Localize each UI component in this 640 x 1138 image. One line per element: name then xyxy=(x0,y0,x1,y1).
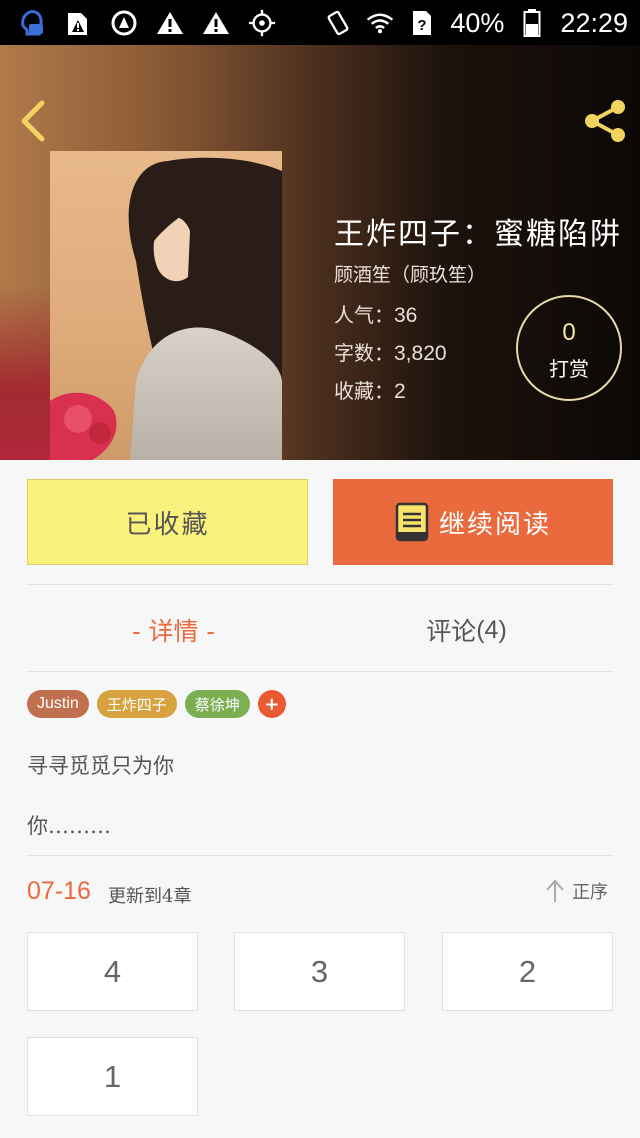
status-bar: ? 40% 22:29 xyxy=(0,0,640,45)
tab-comments[interactable]: 评论 (4) xyxy=(320,600,613,660)
arrow-up-icon xyxy=(546,879,564,902)
sort-order-button[interactable]: 正序 xyxy=(544,878,608,904)
chapter-button[interactable]: 4 xyxy=(27,932,198,1011)
sort-order-label: 正序 xyxy=(572,882,608,903)
book-icon xyxy=(395,502,429,542)
reward-count: 0 xyxy=(562,319,576,346)
tag-cai-xukun[interactable]: 蔡徐坤 xyxy=(184,690,250,718)
continue-reading-label: 继续阅读 xyxy=(438,509,551,540)
add-tag-button[interactable]: + xyxy=(257,690,286,718)
tag-justin[interactable]: Justin xyxy=(27,690,89,718)
word-count-value: 3,820 xyxy=(394,342,447,365)
warning-icon xyxy=(156,9,184,37)
book-title: 王炸四子：蜜糖陷阱 xyxy=(334,217,622,252)
update-date: 07-16 xyxy=(27,877,91,905)
vibrate-icon xyxy=(324,9,352,37)
sd-warning-icon xyxy=(64,9,92,37)
divider xyxy=(27,855,613,856)
divider xyxy=(27,584,613,585)
description-line-2: 你……… xyxy=(27,814,111,838)
chapter-button[interactable]: 2 xyxy=(442,932,613,1011)
sync-warning-icon xyxy=(110,9,138,37)
reward-label: 打赏 xyxy=(549,357,589,381)
update-text: 更新到4章 xyxy=(108,886,192,907)
tag-list: Justin 王炸四子 蔡徐坤 + xyxy=(27,690,286,718)
favorites-row: 收藏：2 xyxy=(334,375,406,404)
collected-label: 已收藏 xyxy=(125,509,210,540)
chapter-button[interactable]: 1 xyxy=(27,1037,198,1116)
popularity-value: 36 xyxy=(394,304,418,327)
back-button[interactable] xyxy=(14,97,54,145)
chapter-button[interactable]: 3 xyxy=(234,932,405,1011)
gps-icon xyxy=(248,9,276,37)
tab-comments-count: (4) xyxy=(476,615,507,644)
tab-details[interactable]: - 详情 - xyxy=(27,600,320,660)
tab-comments-label: 评论 xyxy=(426,617,477,646)
collected-button[interactable]: 已收藏 xyxy=(27,479,308,565)
favorites-value: 2 xyxy=(394,380,406,403)
favorites-label: 收藏： xyxy=(334,379,394,403)
book-author: 顾酒笙（顾玖笙） xyxy=(334,264,487,286)
sim-unknown-icon: ? xyxy=(408,9,436,37)
description-line-1: 寻寻觅觅只为你 xyxy=(27,754,174,778)
warning-icon-2 xyxy=(202,9,230,37)
popularity-label: 人气： xyxy=(334,303,394,327)
book-header: 王炸四子：蜜糖陷阱 顾酒笙（顾玖笙） 人气：36 字数：3,820 收藏：2 0… xyxy=(0,45,640,460)
svg-text:?: ? xyxy=(418,17,427,34)
tab-details-label: - 详情 - xyxy=(132,617,215,646)
chat-head-icon xyxy=(18,9,46,37)
popularity-row: 人气：36 xyxy=(334,299,417,328)
share-button[interactable] xyxy=(580,97,630,145)
battery-percent: 40% xyxy=(450,7,505,38)
word-count-row: 字数：3,820 xyxy=(334,337,447,366)
wifi-icon xyxy=(366,9,394,37)
chevron-left-icon xyxy=(21,100,45,142)
reward-button[interactable]: 0 打赏 xyxy=(516,295,622,401)
tag-wangzha-sizi[interactable]: 王炸四子 xyxy=(96,690,177,718)
share-icon xyxy=(585,100,625,142)
continue-reading-button[interactable]: 继续阅读 xyxy=(333,479,613,565)
divider xyxy=(27,671,613,672)
clock: 22:29 xyxy=(560,7,628,38)
word-count-label: 字数： xyxy=(334,341,394,365)
book-cover xyxy=(50,151,282,460)
battery-icon xyxy=(518,9,546,37)
